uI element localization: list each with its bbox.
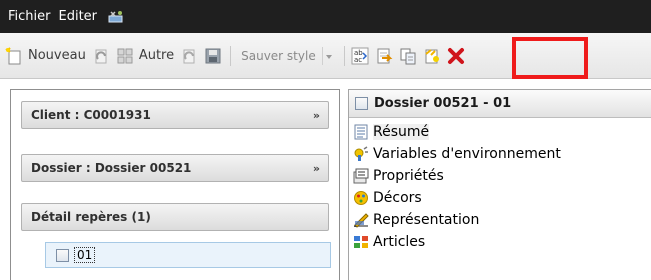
- toolbar: Nouveau Autre Sauver style ab ac: [0, 33, 651, 79]
- left-panel: Client : C0001931 » Dossier : Dossier 00…: [10, 89, 340, 280]
- other-button-label: Autre: [138, 48, 175, 63]
- tree-item-label: Propriétés: [373, 168, 444, 184]
- format-text-button[interactable]: ab ac: [351, 47, 369, 65]
- detail-header-label: Détail repères (1): [31, 210, 151, 224]
- save-icon: [204, 47, 222, 65]
- dossier-checkbox[interactable]: [355, 97, 368, 110]
- dossier-header-label: Dossier : Dossier 00521: [31, 161, 192, 175]
- new-document-icon: [5, 46, 23, 65]
- grid-icon: [116, 47, 134, 65]
- import-document-icon: [375, 47, 393, 65]
- client-header-label: Client : C0001931: [31, 108, 151, 122]
- refresh-disabled-button[interactable]: [180, 47, 198, 65]
- dossier-title: Dossier 00521 - 01: [374, 96, 512, 111]
- properties-icon: [353, 168, 369, 184]
- articles-icon: [353, 234, 369, 250]
- chevron-down-icon[interactable]: [321, 46, 334, 65]
- delete-icon: [447, 47, 465, 65]
- copy-document-icon: [399, 47, 417, 65]
- tree-item-environment-variables[interactable]: Variables d'environnement: [353, 143, 651, 165]
- save-button[interactable]: [204, 47, 222, 65]
- save-style-combo[interactable]: Sauver style: [237, 45, 338, 67]
- menu-fichier[interactable]: Fichier: [8, 0, 51, 33]
- paste-document-button[interactable]: [423, 47, 441, 65]
- dossier-header[interactable]: Dossier : Dossier 00521 »: [21, 154, 329, 182]
- tree-item-articles[interactable]: Articles: [353, 231, 651, 253]
- refresh-button[interactable]: [92, 47, 110, 65]
- environment-variables-icon: [353, 146, 369, 162]
- tree-item-decors[interactable]: Décors: [353, 187, 651, 209]
- import-document-button[interactable]: [375, 47, 393, 65]
- toolbar-separator: [343, 45, 345, 66]
- refresh-disabled-icon: [180, 47, 198, 65]
- tree-item-label: Articles: [373, 234, 426, 250]
- paste-document-icon: [423, 47, 441, 65]
- detail-item-checkbox[interactable]: [56, 248, 69, 262]
- delete-button[interactable]: [447, 47, 465, 65]
- copy-document-button[interactable]: [399, 47, 417, 65]
- detail-item-label: 01: [74, 247, 96, 263]
- dossier-title-bar: Dossier 00521 - 01: [349, 90, 651, 118]
- tree-item-properties[interactable]: Propriétés: [353, 165, 651, 187]
- menu-bar: Fichier Editer: [0, 0, 651, 33]
- double-chevron-icon[interactable]: »: [313, 109, 320, 122]
- summary-icon: [353, 124, 369, 140]
- refresh-icon: [92, 47, 110, 65]
- tree-item-resume[interactable]: Résumé: [353, 121, 651, 143]
- double-chevron-icon[interactable]: »: [313, 162, 320, 175]
- decors-icon: [353, 190, 369, 206]
- format-text-icon: ab ac: [351, 47, 369, 65]
- tree-item-label: Résumé: [373, 124, 430, 140]
- toolbar-separator: [230, 45, 232, 66]
- new-button[interactable]: Nouveau: [5, 46, 86, 65]
- right-panel: Dossier 00521 - 01 Résumé Variables d'en…: [348, 89, 651, 280]
- save-style-label: Sauver style: [241, 48, 316, 63]
- other-button[interactable]: Autre: [116, 47, 174, 65]
- representation-icon: [353, 212, 369, 228]
- tree-item-label: Variables d'environnement: [373, 146, 561, 162]
- detail-item-row[interactable]: 01: [45, 242, 331, 268]
- section-tree: Résumé Variables d'environnement Proprié…: [349, 118, 651, 253]
- new-button-label: Nouveau: [28, 48, 86, 63]
- client-header[interactable]: Client : C0001931 »: [21, 101, 329, 129]
- toolbar-options-icon[interactable]: [107, 10, 125, 24]
- tree-item-label: Représentation: [373, 212, 480, 228]
- menu-editer[interactable]: Editer: [59, 0, 98, 33]
- detail-header[interactable]: Détail repères (1): [21, 203, 329, 231]
- tree-item-label: Décors: [373, 190, 422, 206]
- svg-text:ac: ac: [354, 56, 362, 64]
- tree-item-representation[interactable]: Représentation: [353, 209, 651, 231]
